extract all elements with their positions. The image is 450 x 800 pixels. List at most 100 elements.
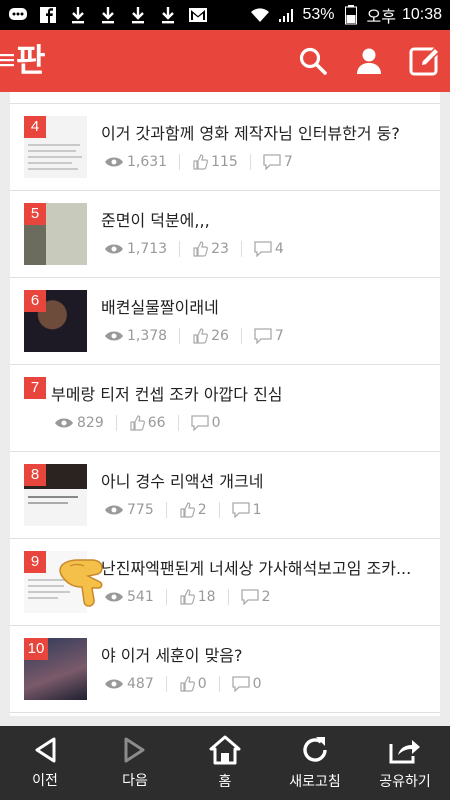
post-title[interactable]: 난진짜엑팬된게 너세상 가사해석보고임 조카... <box>101 555 431 579</box>
post-title[interactable]: 아니 경수 리액션 개크네 <box>101 468 431 492</box>
rank-badge: 9 <box>24 551 46 573</box>
gmail-icon <box>188 6 208 24</box>
next-button[interactable]: 다음 <box>90 726 180 800</box>
post-stats: 487 0 0 <box>104 676 274 692</box>
download-icon <box>98 6 118 24</box>
list-item[interactable]: 5 준면이 덕분에,,, 1,713 23 4 <box>10 191 440 278</box>
thumbs-up-icon <box>193 328 209 344</box>
eye-icon <box>105 244 123 254</box>
thumbs-up-icon <box>180 589 195 605</box>
wifi-icon <box>250 6 270 24</box>
list-item[interactable]: 4 이거 갓과함께 영화 제작자님 인터뷰한거 둥? 1,631 115 7 <box>10 104 440 191</box>
rank-badge: 8 <box>24 464 46 486</box>
thumbs-up-icon <box>193 154 209 170</box>
search-icon[interactable] <box>296 44 330 78</box>
prev-label: 이전 <box>32 773 58 789</box>
hamburger-menu-icon[interactable] <box>0 52 14 68</box>
refresh-label: 새로고침 <box>289 774 341 790</box>
thumbs-up-icon <box>180 676 195 692</box>
prev-button[interactable]: 이전 <box>0 726 90 800</box>
rank-badge: 5 <box>24 203 46 225</box>
view-count: 541 <box>127 589 154 605</box>
comment-count: 2 <box>261 589 271 605</box>
list-item[interactable]: 6 배켠실물짤이래네 1,378 26 7 <box>10 278 440 365</box>
battery-percent: 53% <box>302 6 335 23</box>
share-icon <box>389 740 420 764</box>
clock-time: 10:38 <box>401 6 442 23</box>
comment-icon <box>232 502 250 518</box>
ranking-list: 4 이거 갓과함께 영화 제작자님 인터뷰한거 둥? 1,631 115 7 5… <box>10 92 440 716</box>
like-count: 23 <box>211 241 229 257</box>
thumbs-up-icon <box>193 241 209 257</box>
post-title[interactable]: 야 이거 세훈이 맞음? <box>101 642 431 666</box>
post-stats: 541 18 2 <box>104 589 282 605</box>
status-bar: 53% 오후 10:38 <box>0 0 450 30</box>
home-button[interactable]: 홈 <box>180 726 270 800</box>
post-title[interactable]: 배켠실물짤이래네 <box>101 294 431 318</box>
refresh-icon <box>303 737 327 762</box>
comment-count: 1 <box>252 502 262 518</box>
comment-count: 0 <box>211 415 221 431</box>
home-label: 홈 <box>218 774 232 790</box>
menu-logo-button[interactable]: 판 <box>0 40 45 80</box>
view-count: 829 <box>77 415 104 431</box>
bottom-nav: 이전 다음 홈 새로고침 공유하기 <box>0 726 450 800</box>
divider <box>10 92 440 104</box>
comment-count: 4 <box>274 241 284 257</box>
share-label: 공유하기 <box>379 774 431 790</box>
eye-icon <box>55 418 73 428</box>
comment-icon <box>240 589 259 605</box>
signal-icon <box>276 6 296 24</box>
forward-arrow-icon <box>124 737 145 763</box>
post-stats: 829 66 0 <box>54 415 232 431</box>
view-count: 775 <box>127 502 154 518</box>
battery-icon <box>341 5 361 25</box>
next-label: 다음 <box>122 773 148 789</box>
facebook-icon <box>38 6 58 24</box>
user-icon[interactable] <box>352 44 386 78</box>
compose-icon[interactable] <box>408 44 442 78</box>
thumbs-up-icon <box>180 502 195 518</box>
refresh-button[interactable]: 새로고침 <box>270 726 360 800</box>
view-count: 1,378 <box>127 328 168 344</box>
post-stats: 1,713 23 4 <box>104 241 296 257</box>
clock-ampm: 오후 <box>366 9 396 26</box>
eye-icon <box>105 505 123 515</box>
rank-badge: 4 <box>24 116 46 138</box>
download-icon <box>158 6 178 24</box>
like-count: 0 <box>197 676 207 692</box>
post-title[interactable]: 부메랑 티저 컨셉 조카 아깝다 진심 <box>51 381 381 405</box>
eye-icon <box>105 331 123 341</box>
thumbs-up-icon <box>130 415 145 431</box>
like-count: 115 <box>211 154 238 170</box>
app-header: 판 <box>0 30 450 92</box>
back-arrow-icon <box>35 737 56 763</box>
view-count: 487 <box>127 676 154 692</box>
rank-badge: 7 <box>24 377 46 399</box>
like-count: 26 <box>211 328 229 344</box>
list-item[interactable]: 8 아니 경수 리액션 개크네 775 2 1 <box>10 452 440 539</box>
list-item[interactable]: 10 야 이거 세훈이 맞음? 487 0 0 <box>10 626 440 713</box>
rank-badge: 6 <box>24 290 46 312</box>
list-item[interactable]: 7 부메랑 티저 컨셉 조카 아깝다 진심 829 66 0 <box>10 365 440 452</box>
share-button[interactable]: 공유하기 <box>360 726 450 800</box>
eye-icon <box>105 157 123 167</box>
like-count: 2 <box>197 502 207 518</box>
comment-icon <box>190 415 209 431</box>
logo-text: 판 <box>16 41 46 79</box>
post-title[interactable]: 준면이 덕분에,,, <box>101 207 431 231</box>
comment-icon <box>254 328 272 344</box>
comment-icon <box>263 154 281 170</box>
post-stats: 775 2 1 <box>104 502 274 518</box>
post-stats: 1,631 115 7 <box>104 154 305 170</box>
view-count: 1,713 <box>127 241 168 257</box>
comment-icon <box>254 241 272 257</box>
comment-count: 7 <box>274 328 284 344</box>
like-count: 66 <box>147 415 166 431</box>
pointing-hand-icon <box>59 559 103 607</box>
comment-icon <box>232 676 250 692</box>
post-stats: 1,378 26 7 <box>104 328 296 344</box>
post-title[interactable]: 이거 갓과함께 영화 제작자님 인터뷰한거 둥? <box>101 120 431 144</box>
comment-count: 7 <box>283 154 293 170</box>
chat-icon <box>8 6 28 24</box>
